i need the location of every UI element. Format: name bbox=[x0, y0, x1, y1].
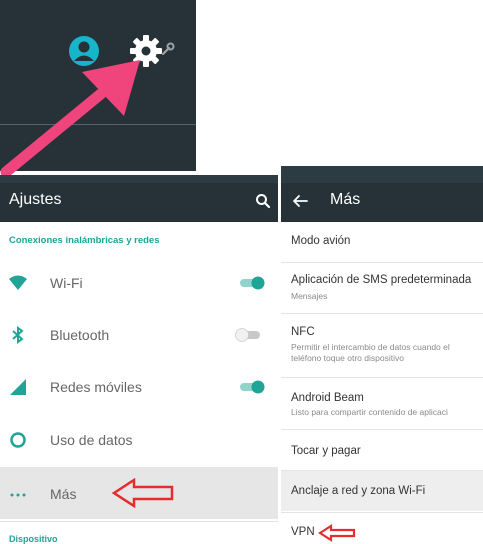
pink-arrow-annotation bbox=[0, 60, 140, 178]
item-subtitle: Listo para compartir contenido de aplica… bbox=[291, 407, 448, 417]
status-bar bbox=[0, 175, 278, 183]
row-label-mobile-networks: Redes móviles bbox=[50, 379, 142, 395]
mobile-data-toggle[interactable] bbox=[239, 380, 265, 394]
section-header: Conexiones inalámbricas y redes bbox=[9, 235, 160, 246]
row-label-wifi: Wi-Fi bbox=[50, 275, 83, 291]
item-subtitle: Permitir el intercambio de datos cuando … bbox=[291, 342, 450, 352]
item-title: VPN bbox=[291, 526, 315, 538]
data-usage-icon bbox=[10, 432, 26, 448]
wifi-toggle[interactable] bbox=[239, 276, 265, 290]
more-item-default-sms[interactable] bbox=[281, 263, 483, 311]
page-title: Ajustes bbox=[9, 191, 62, 208]
divider bbox=[0, 521, 278, 522]
search-icon[interactable] bbox=[255, 193, 271, 209]
item-title: Tocar y pagar bbox=[291, 445, 361, 457]
item-subtitle: Mensajes bbox=[291, 291, 328, 301]
item-title: Android Beam bbox=[291, 392, 364, 404]
red-arrow-annotation bbox=[112, 478, 174, 508]
item-title: Modo avión bbox=[291, 235, 351, 247]
bluetooth-icon bbox=[12, 326, 24, 344]
item-title: Aplicación de SMS predeterminada bbox=[291, 274, 472, 286]
wifi-icon bbox=[9, 275, 27, 290]
back-arrow-icon[interactable] bbox=[292, 194, 308, 208]
wrench-icon bbox=[161, 42, 175, 56]
row-label-data-usage: Uso de datos bbox=[50, 432, 133, 448]
section-header-device: Dispositivo bbox=[9, 534, 58, 544]
item-title: NFC bbox=[291, 326, 315, 338]
row-label-more: Más bbox=[50, 486, 77, 502]
settings-row-data-usage[interactable] bbox=[0, 414, 278, 462]
signal-icon bbox=[10, 379, 26, 395]
row-label-bluetooth: Bluetooth bbox=[50, 327, 110, 343]
status-bar bbox=[281, 166, 483, 183]
more-toolbar bbox=[281, 183, 483, 222]
red-arrow-annotation bbox=[318, 524, 356, 542]
more-icon bbox=[10, 493, 26, 497]
settings-row-wifi[interactable] bbox=[0, 261, 278, 309]
page-title: Más bbox=[330, 191, 361, 208]
bluetooth-toggle[interactable] bbox=[235, 328, 261, 342]
item-title: Anclaje a red y zona Wi-Fi bbox=[291, 485, 426, 497]
item-subtitle: teléfono toque otro dispositivo bbox=[291, 353, 404, 363]
